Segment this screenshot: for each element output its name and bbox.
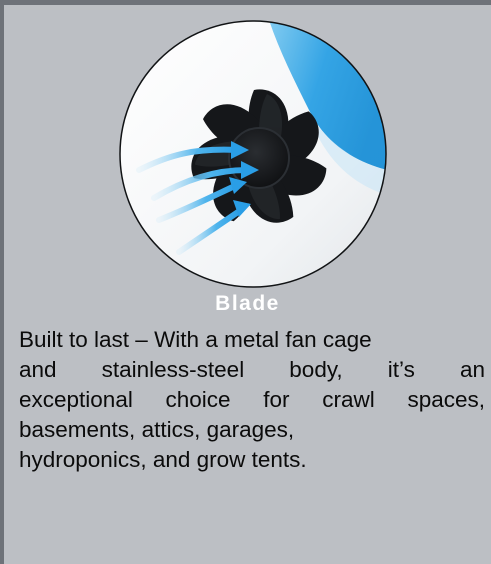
description-line: exceptional choice for crawl spaces, (19, 387, 485, 412)
feature-caption: Blade (215, 292, 280, 315)
description-line: hydroponics, and grow tents. (19, 447, 307, 472)
feature-card: Blade Built to last – With a metal fan c… (0, 0, 491, 564)
fan-blade-image (119, 20, 387, 288)
description-line: and stainless-steel body, it’s an (19, 357, 485, 382)
feature-description: Built to last – With a metal fan cage an… (19, 325, 485, 475)
description-line: Built to last – With a metal fan cage (19, 327, 372, 352)
fan-blade-airflow-icon (119, 20, 387, 288)
description-line: basements, attics, garages, (19, 417, 295, 442)
